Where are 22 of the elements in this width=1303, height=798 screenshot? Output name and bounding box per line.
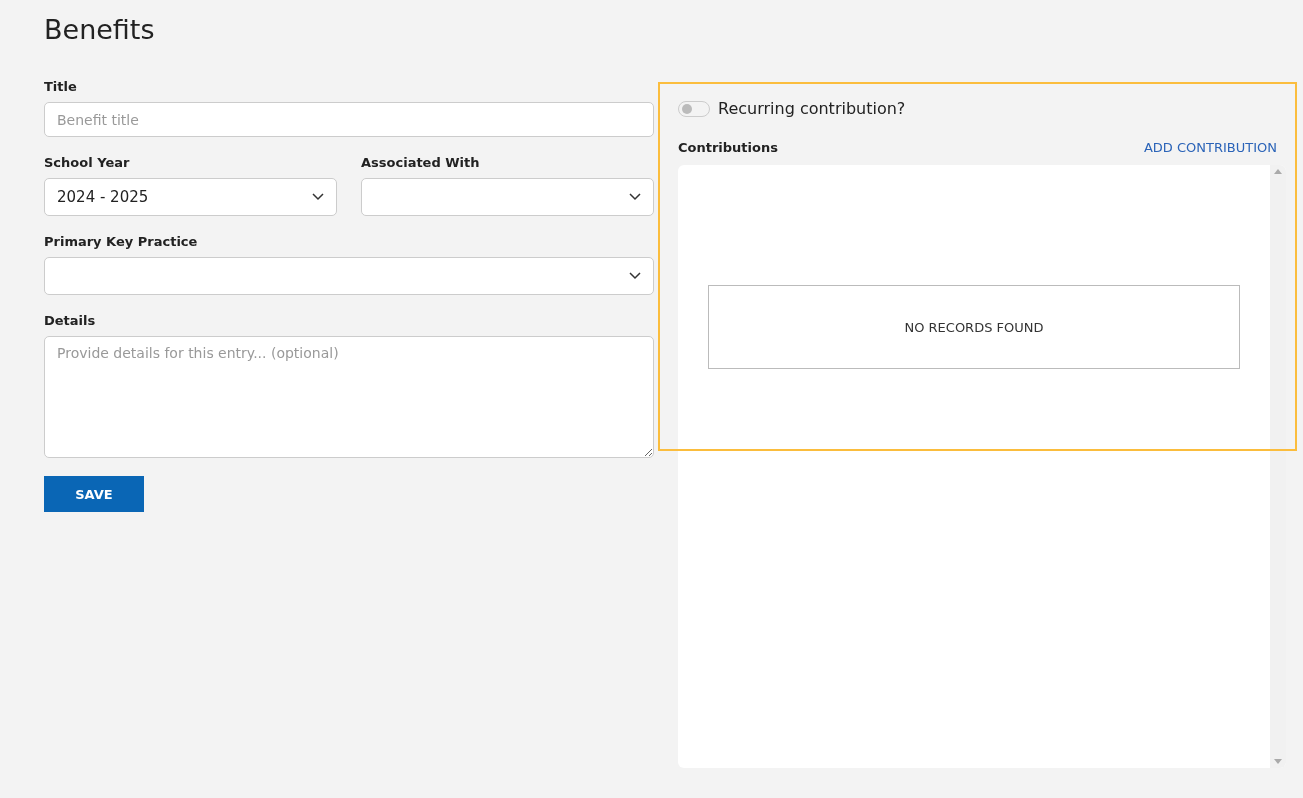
empty-message: NO RECORDS FOUND xyxy=(708,285,1240,369)
school-year-select[interactable]: 2024 - 2025 xyxy=(44,178,337,216)
scroll-up-icon[interactable] xyxy=(1274,169,1282,174)
section-heading: Contributions xyxy=(678,140,778,155)
toggle-label: Recurring contribution? xyxy=(718,99,906,118)
page-title: Benefits xyxy=(44,14,156,45)
scroll-down-icon[interactable] xyxy=(1274,759,1282,764)
field-label: Primary Key Practice xyxy=(44,234,199,249)
chevron-down-icon xyxy=(629,193,641,201)
toggle-switch[interactable] xyxy=(678,100,710,117)
field-label: Associated With xyxy=(361,155,481,170)
field-label: Title xyxy=(44,79,78,94)
add-contribution-link[interactable]: ADD CONTRIBUTION xyxy=(1143,140,1277,155)
chevron-down-icon xyxy=(312,193,324,201)
associated-with-select[interactable] xyxy=(361,178,654,216)
field-label: School Year xyxy=(44,155,131,170)
save-button[interactable]: SAVE xyxy=(44,476,144,512)
details-textarea[interactable]: Provide details for this entry... (optional) xyxy=(44,336,654,458)
field-label: Details xyxy=(44,313,97,328)
title-input[interactable]: Benefit title xyxy=(44,102,654,137)
primary-key-practice-select[interactable] xyxy=(44,257,654,295)
chevron-down-icon xyxy=(629,272,641,280)
